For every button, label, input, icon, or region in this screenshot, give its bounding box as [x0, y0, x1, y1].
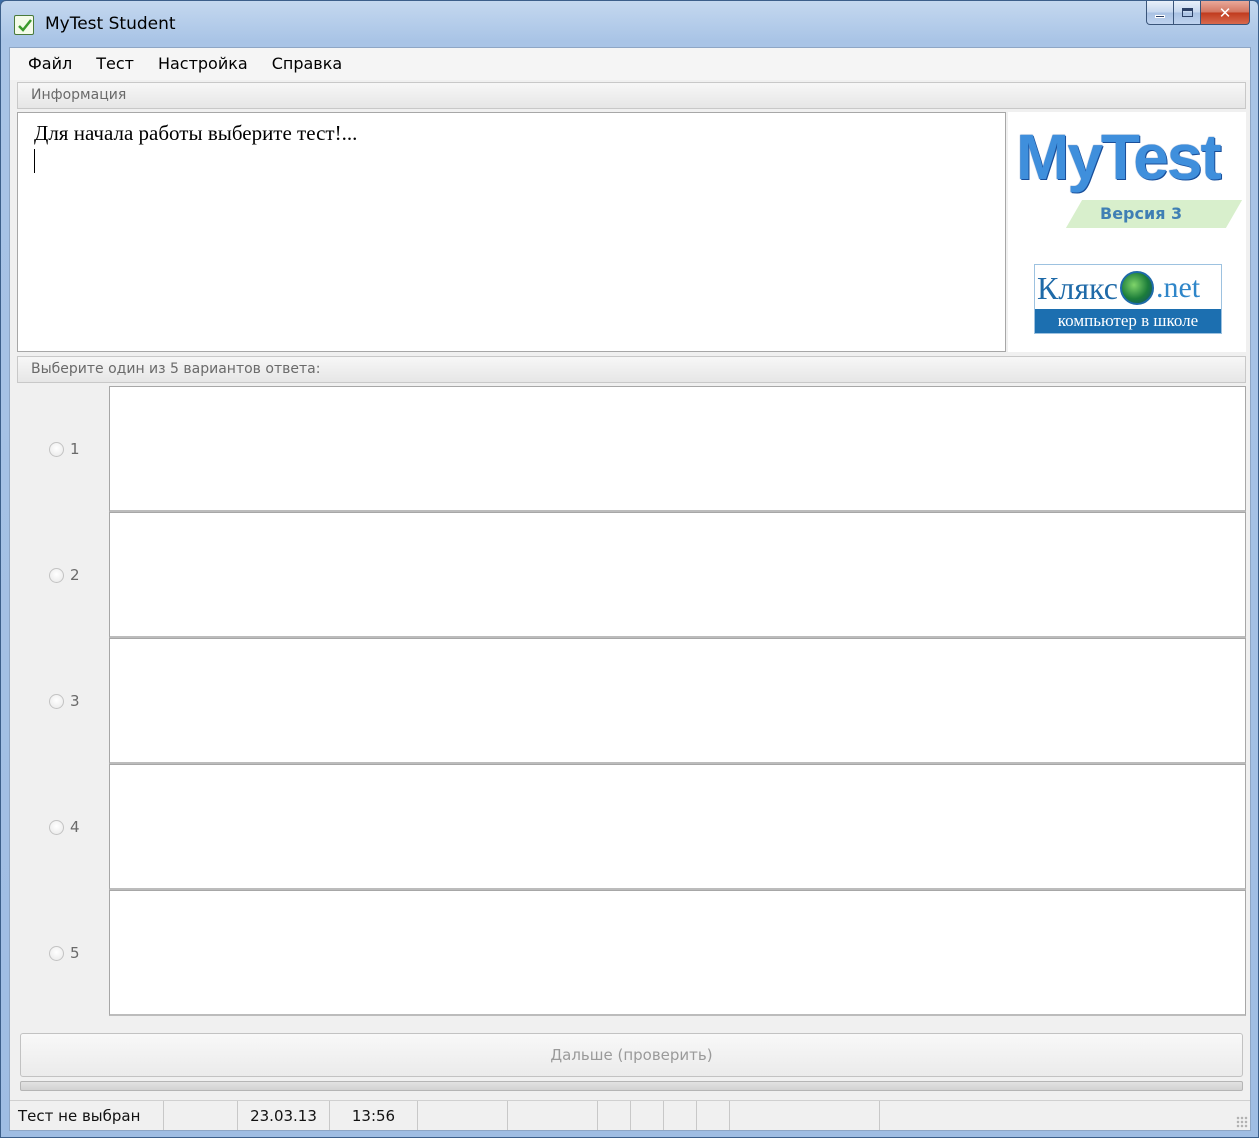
logo-panel: MyTest Версия 3 Клякс .net компьютер в ш…	[1008, 112, 1246, 352]
status-time: 13:56	[330, 1101, 418, 1130]
globe-icon	[1119, 271, 1154, 305]
status-empty-6	[664, 1101, 697, 1130]
answer-radio-cell[interactable]: 2	[17, 512, 108, 638]
status-empty-3	[508, 1101, 598, 1130]
answers-list: 1 2 3 4 5	[17, 386, 1246, 1020]
status-empty-8	[730, 1101, 880, 1130]
answers-header: Выберите один из 5 вариантов ответа:	[17, 356, 1246, 383]
answer-option-2: 2	[17, 512, 1246, 638]
menu-help[interactable]: Справка	[260, 51, 355, 77]
answer-radio-cell[interactable]: 3	[17, 638, 108, 764]
radio-button[interactable]	[49, 693, 64, 709]
partner-logo-title: Клякс .net	[1035, 269, 1221, 307]
partner-tagline: компьютер в школе	[1035, 309, 1221, 333]
answer-number: 1	[70, 440, 80, 458]
status-empty-1	[164, 1101, 238, 1130]
close-icon: ✕	[1218, 3, 1232, 22]
answer-radio-cell[interactable]: 4	[17, 764, 108, 890]
partner-suffix: .net	[1155, 271, 1201, 304]
answer-text-box[interactable]	[109, 386, 1246, 512]
answer-radio-cell[interactable]: 1	[17, 386, 108, 512]
info-text-area[interactable]: Для начала работы выберите тест!...	[17, 112, 1006, 352]
maximize-icon	[1181, 8, 1193, 17]
status-empty-2	[418, 1101, 508, 1130]
status-test: Тест не выбран	[10, 1101, 164, 1130]
checkmark-icon	[14, 15, 34, 35]
answer-number: 4	[70, 818, 80, 836]
status-empty-4	[598, 1101, 631, 1130]
resize-grip-icon[interactable]	[1236, 1116, 1248, 1128]
answer-text-box[interactable]	[109, 764, 1246, 890]
radio-button[interactable]	[49, 441, 64, 457]
app-window: MyTest Student ✕ Файл Тест Настройка Спр…	[0, 0, 1259, 1138]
menu-settings[interactable]: Настройка	[146, 51, 260, 77]
radio-button[interactable]	[49, 945, 64, 961]
maximize-button[interactable]	[1174, 1, 1201, 25]
answer-radio-cell[interactable]: 5	[17, 890, 108, 1016]
status-bar: Тест не выбран 23.03.13 13:56	[10, 1100, 1250, 1130]
answer-number: 5	[70, 944, 80, 962]
menu-file[interactable]: Файл	[16, 51, 84, 77]
answer-text-box[interactable]	[109, 512, 1246, 638]
answer-text-box[interactable]	[109, 890, 1246, 1016]
minimize-icon	[1155, 15, 1165, 18]
radio-button[interactable]	[49, 567, 64, 583]
answer-option-1: 1	[17, 386, 1246, 512]
caption-buttons: ✕	[1146, 1, 1250, 29]
minimize-button[interactable]	[1146, 1, 1174, 25]
answer-number: 3	[70, 692, 80, 710]
status-empty-7	[697, 1101, 730, 1130]
status-empty-5	[631, 1101, 664, 1130]
next-check-button[interactable]: Дальше (проверить)	[20, 1033, 1243, 1077]
radio-button[interactable]	[49, 819, 64, 835]
text-caret	[34, 149, 35, 173]
answer-option-3: 3	[17, 638, 1246, 764]
answer-number: 2	[70, 566, 80, 584]
version-label: Версия 3	[1100, 204, 1183, 223]
close-button[interactable]: ✕	[1201, 1, 1250, 25]
info-message: Для начала работы выберите тест!...	[34, 121, 358, 145]
window-title: MyTest Student	[45, 14, 176, 34]
answer-option-4: 4	[17, 764, 1246, 890]
info-header: Информация	[17, 82, 1246, 109]
menu-test[interactable]: Тест	[84, 51, 146, 77]
menu-bar: Файл Тест Настройка Справка	[10, 48, 1250, 80]
status-date: 23.03.13	[238, 1101, 330, 1130]
partner-logo[interactable]: Клякс .net компьютер в школе	[1034, 264, 1222, 334]
title-bar[interactable]: MyTest Student ✕	[1, 1, 1258, 47]
answer-text-box[interactable]	[109, 638, 1246, 764]
answer-option-5: 5	[17, 890, 1246, 1016]
client-area: Файл Тест Настройка Справка Информация Д…	[9, 47, 1251, 1131]
progress-bar	[20, 1081, 1243, 1091]
partner-name: Клякс	[1037, 269, 1118, 306]
mytest-logo: MyTest	[1016, 121, 1222, 193]
